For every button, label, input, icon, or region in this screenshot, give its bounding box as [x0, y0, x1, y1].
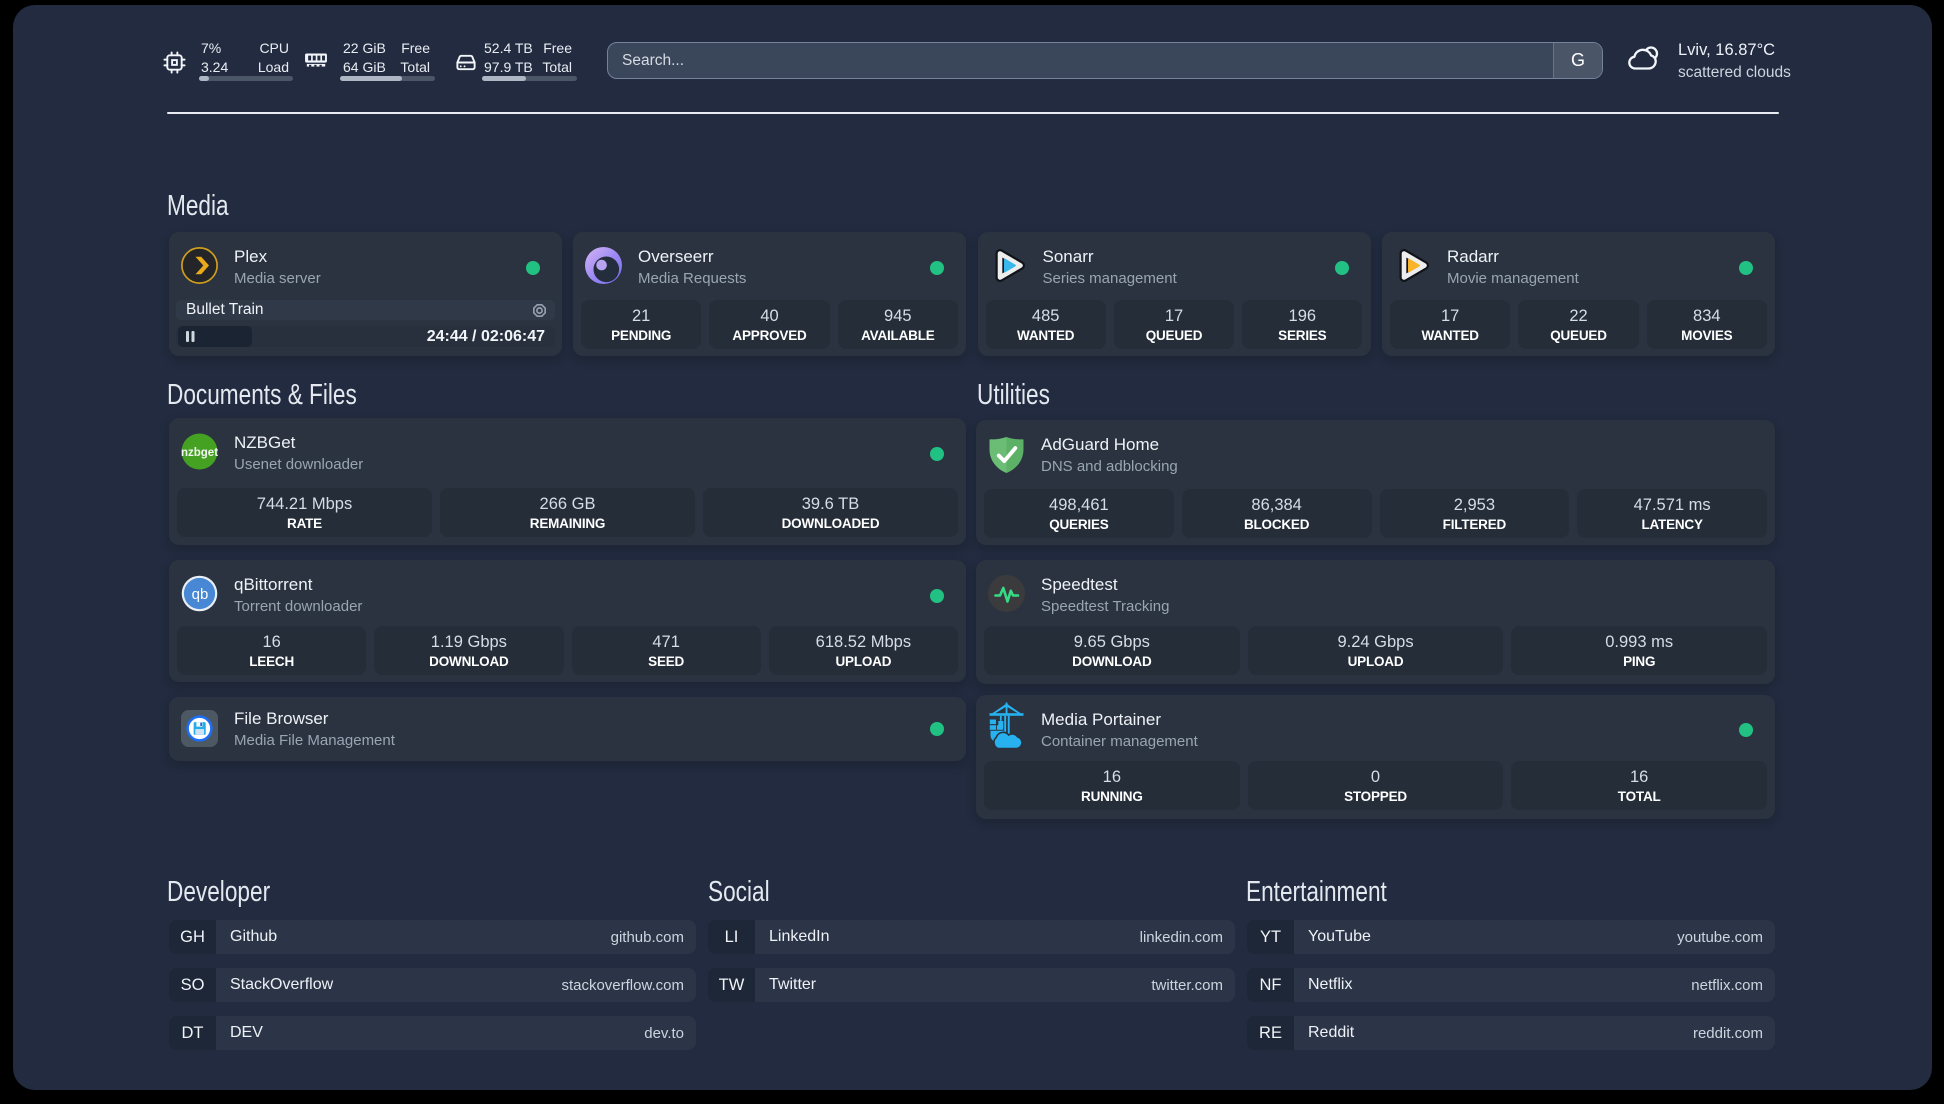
svg-text:qb: qb	[192, 586, 209, 603]
svg-text:nzbget: nzbget	[181, 447, 218, 459]
